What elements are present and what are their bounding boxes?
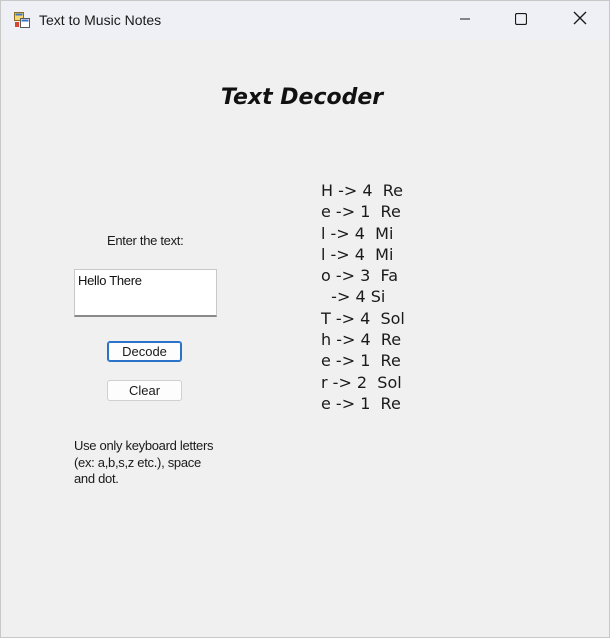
output-line: -> 4 Si [321, 287, 386, 307]
maximize-icon [514, 12, 528, 30]
output-line: l -> 4 Mi [321, 223, 394, 243]
minimize-icon [459, 12, 471, 30]
maximize-button[interactable] [498, 1, 544, 40]
minimize-button[interactable] [442, 1, 488, 40]
output-line: r -> 2 Sol [321, 372, 402, 392]
title-bar[interactable]: Text to Music Notes [1, 1, 609, 40]
close-icon [573, 11, 587, 30]
input-label: Enter the text: [107, 233, 184, 248]
text-input[interactable]: Hello There [74, 269, 217, 317]
output-line: e -> 1 Re [321, 393, 401, 413]
usage-hint: Use only keyboard letters (ex: a,b,s,z e… [74, 438, 214, 486]
output-line: l -> 4 Mi [321, 244, 394, 264]
output-line: e -> 1 Re [321, 351, 401, 371]
page-title: Text Decoder [220, 85, 384, 110]
app-window-icon [14, 12, 30, 28]
decode-button[interactable]: Decode [107, 341, 182, 362]
output-line: o -> 3 Fa [321, 266, 399, 286]
output-line: e -> 1 Re [321, 202, 401, 222]
close-button[interactable] [557, 1, 603, 40]
output-line: h -> 4 Re [321, 330, 402, 350]
decoded-output: H -> 4 Re e -> 1 Re l -> 4 Mi l -> 4 Mi … [321, 180, 405, 414]
output-line: T -> 4 Sol [321, 308, 405, 328]
clear-button[interactable]: Clear [107, 380, 182, 401]
window-title: Text to Music Notes [39, 12, 162, 28]
output-line: H -> 4 Re [321, 181, 403, 200]
app-window: Text to Music Notes Text Decoder Enter t… [0, 0, 610, 638]
